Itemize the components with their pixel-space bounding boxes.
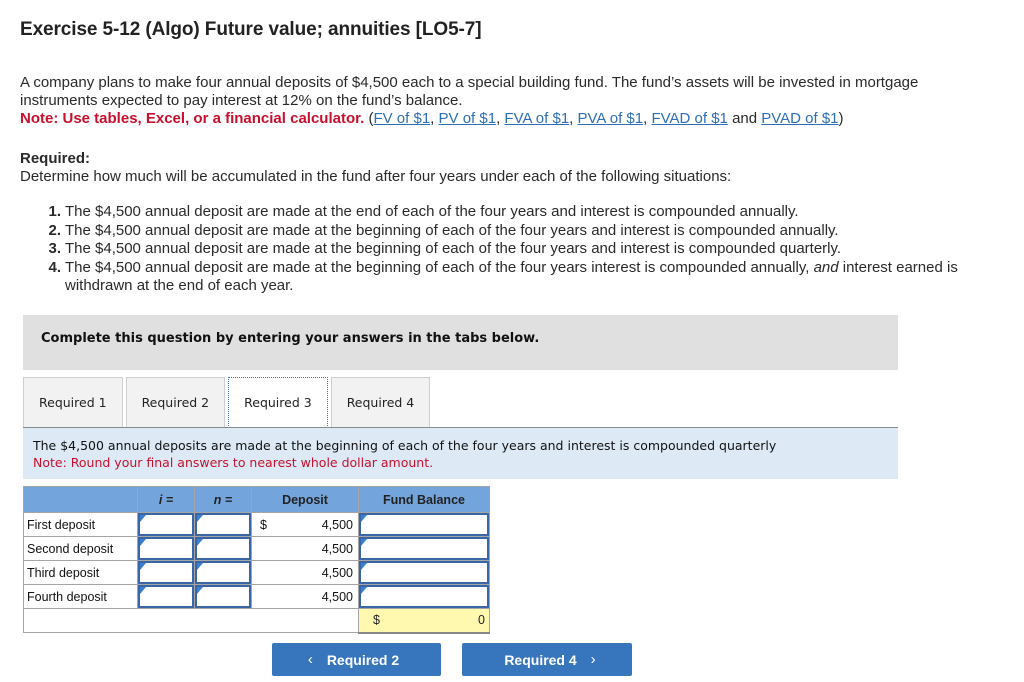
tab-required-3[interactable]: Required 3 xyxy=(228,377,328,428)
required-heading: Required: xyxy=(20,150,91,167)
link-fvad-of-1[interactable]: FVAD of $1 xyxy=(651,110,727,127)
complete-question-panel: Complete this question by entering your … xyxy=(23,315,898,370)
table-row: Third deposit 4,500 xyxy=(23,560,490,585)
i-input[interactable] xyxy=(138,561,194,584)
row-label: Fourth deposit xyxy=(23,584,138,609)
header-i: i = xyxy=(137,486,195,513)
tab-required-4[interactable]: Required 4 xyxy=(330,377,431,427)
fund-balance-table: i = n = Deposit Fund Balance First depos… xyxy=(23,486,490,634)
list-item: 4. The $4,500 annual deposit are made at … xyxy=(48,258,958,295)
tab-required-2[interactable]: Required 2 xyxy=(125,377,226,427)
tab-required-1[interactable]: Required 1 xyxy=(23,377,123,427)
fund-balance-input[interactable] xyxy=(359,537,489,560)
situations-list: 1. The $4,500 annual deposit are made at … xyxy=(44,203,984,296)
fund-balance-input[interactable] xyxy=(359,513,489,536)
deposit-value: 4,500 xyxy=(251,584,359,609)
next-required-button[interactable]: Required 4 › xyxy=(462,643,632,676)
table-row: Fourth deposit 4,500 xyxy=(23,584,490,609)
row-label: First deposit xyxy=(23,512,138,537)
link-fva-of-1[interactable]: FVA of $1 xyxy=(504,110,569,127)
list-item: 2. The $4,500 annual deposit are made at … xyxy=(48,221,839,239)
deposit-value: $4,500 xyxy=(251,512,359,537)
table-header-row: i = n = Deposit Fund Balance xyxy=(23,486,490,513)
list-item: 1. The $4,500 annual deposit are made at … xyxy=(48,203,799,220)
header-deposit: Deposit xyxy=(251,486,359,513)
header-fund-balance: Fund Balance xyxy=(358,486,490,513)
required-description: Determine how much will be accumulated i… xyxy=(20,168,732,185)
instruction-box: The $4,500 annual deposits are made at t… xyxy=(23,427,898,479)
table-row: First deposit $4,500 xyxy=(23,512,490,537)
complete-question-text: Complete this question by entering your … xyxy=(41,331,540,346)
link-fv-of-1[interactable]: FV of $1 xyxy=(373,110,430,127)
header-label xyxy=(23,486,138,513)
page-title: Exercise 5-12 (Algo) Future value; annui… xyxy=(20,19,482,40)
i-input[interactable] xyxy=(138,537,194,560)
link-pvad-of-1[interactable]: PVAD of $1 xyxy=(761,110,838,127)
instruction-text: The $4,500 annual deposits are made at t… xyxy=(33,438,777,453)
header-n: n = xyxy=(194,486,252,513)
list-item: 3. The $4,500 annual deposit are made at … xyxy=(48,240,842,257)
n-input[interactable] xyxy=(195,513,251,536)
total-row: $0 xyxy=(23,608,490,634)
tab-bar: Required 1 Required 2 Required 3 Require… xyxy=(23,377,433,428)
i-input[interactable] xyxy=(138,513,194,536)
row-label: Third deposit xyxy=(23,560,138,585)
n-input[interactable] xyxy=(195,537,251,560)
table-row: Second deposit 4,500 xyxy=(23,536,490,561)
row-label: Second deposit xyxy=(23,536,138,561)
calculator-note: Note: Use tables, Excel, or a financial … xyxy=(20,110,365,127)
chevron-right-icon: › xyxy=(590,651,596,668)
rounding-note: Note: Round your final answers to neares… xyxy=(33,455,434,470)
prev-required-button[interactable]: ‹ Required 2 xyxy=(272,643,441,676)
chevron-left-icon: ‹ xyxy=(307,651,313,668)
n-input[interactable] xyxy=(195,585,251,608)
problem-text: A company plans to make four annual depo… xyxy=(20,74,919,109)
link-pv-of-1[interactable]: PV of $1 xyxy=(439,110,497,127)
link-pva-of-1[interactable]: PVA of $1 xyxy=(578,110,644,127)
i-input[interactable] xyxy=(138,585,194,608)
n-input[interactable] xyxy=(195,561,251,584)
problem-description: A company plans to make four annual depo… xyxy=(20,74,919,127)
total-fund-balance: $0 xyxy=(358,608,490,634)
deposit-value: 4,500 xyxy=(251,536,359,561)
fund-balance-input[interactable] xyxy=(359,585,489,608)
fund-balance-input[interactable] xyxy=(359,561,489,584)
deposit-value: 4,500 xyxy=(251,560,359,585)
